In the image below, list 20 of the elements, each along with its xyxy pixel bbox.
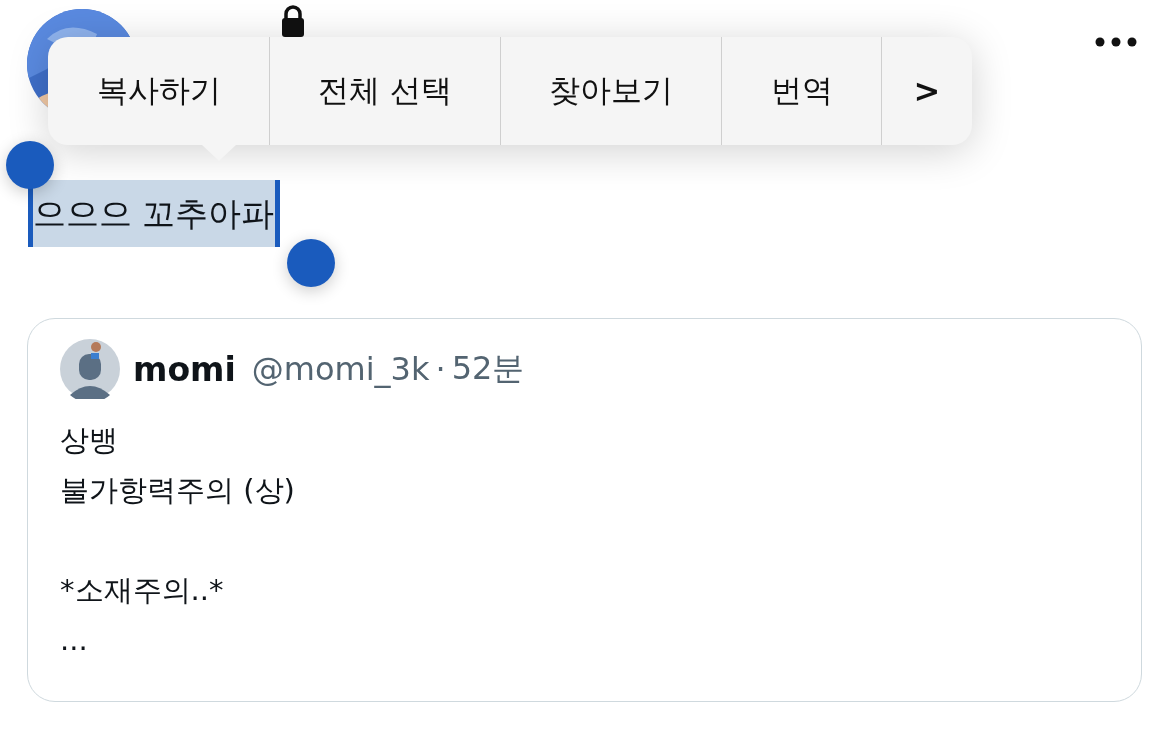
post-text: 으으으 꼬추아파 (28, 180, 280, 247)
quote-text-line: 불가항력주의 (상) (60, 472, 296, 509)
menu-item[interactable]: 복사하기 (48, 37, 270, 145)
menu-item[interactable]: 번역 (722, 37, 882, 145)
lock-icon (280, 4, 306, 38)
author-name: momi (133, 349, 236, 389)
quote-text-line: *소재주의..* (60, 572, 225, 609)
separator-dot: · (435, 350, 446, 388)
post-time: 52분 (451, 348, 525, 389)
author-handle: @momi_3k (251, 350, 430, 388)
quote-text-line: ... (60, 622, 89, 659)
menu-item[interactable]: 찾아보기 (501, 37, 722, 145)
quote-card[interactable]: momi @momi_3k · 52분 상뱅 불가항력주의 (상) *소재주의..* ... (27, 318, 1142, 702)
quote-text-line: 상뱅 (60, 422, 119, 459)
menu-item[interactable]: > (882, 37, 972, 145)
selection-handle[interactable] (287, 239, 335, 287)
menu-item[interactable]: 전체 선택 (270, 37, 501, 145)
more-icon[interactable] (1094, 36, 1138, 48)
selection-handle[interactable] (6, 141, 54, 189)
avatar-icon (60, 339, 120, 399)
